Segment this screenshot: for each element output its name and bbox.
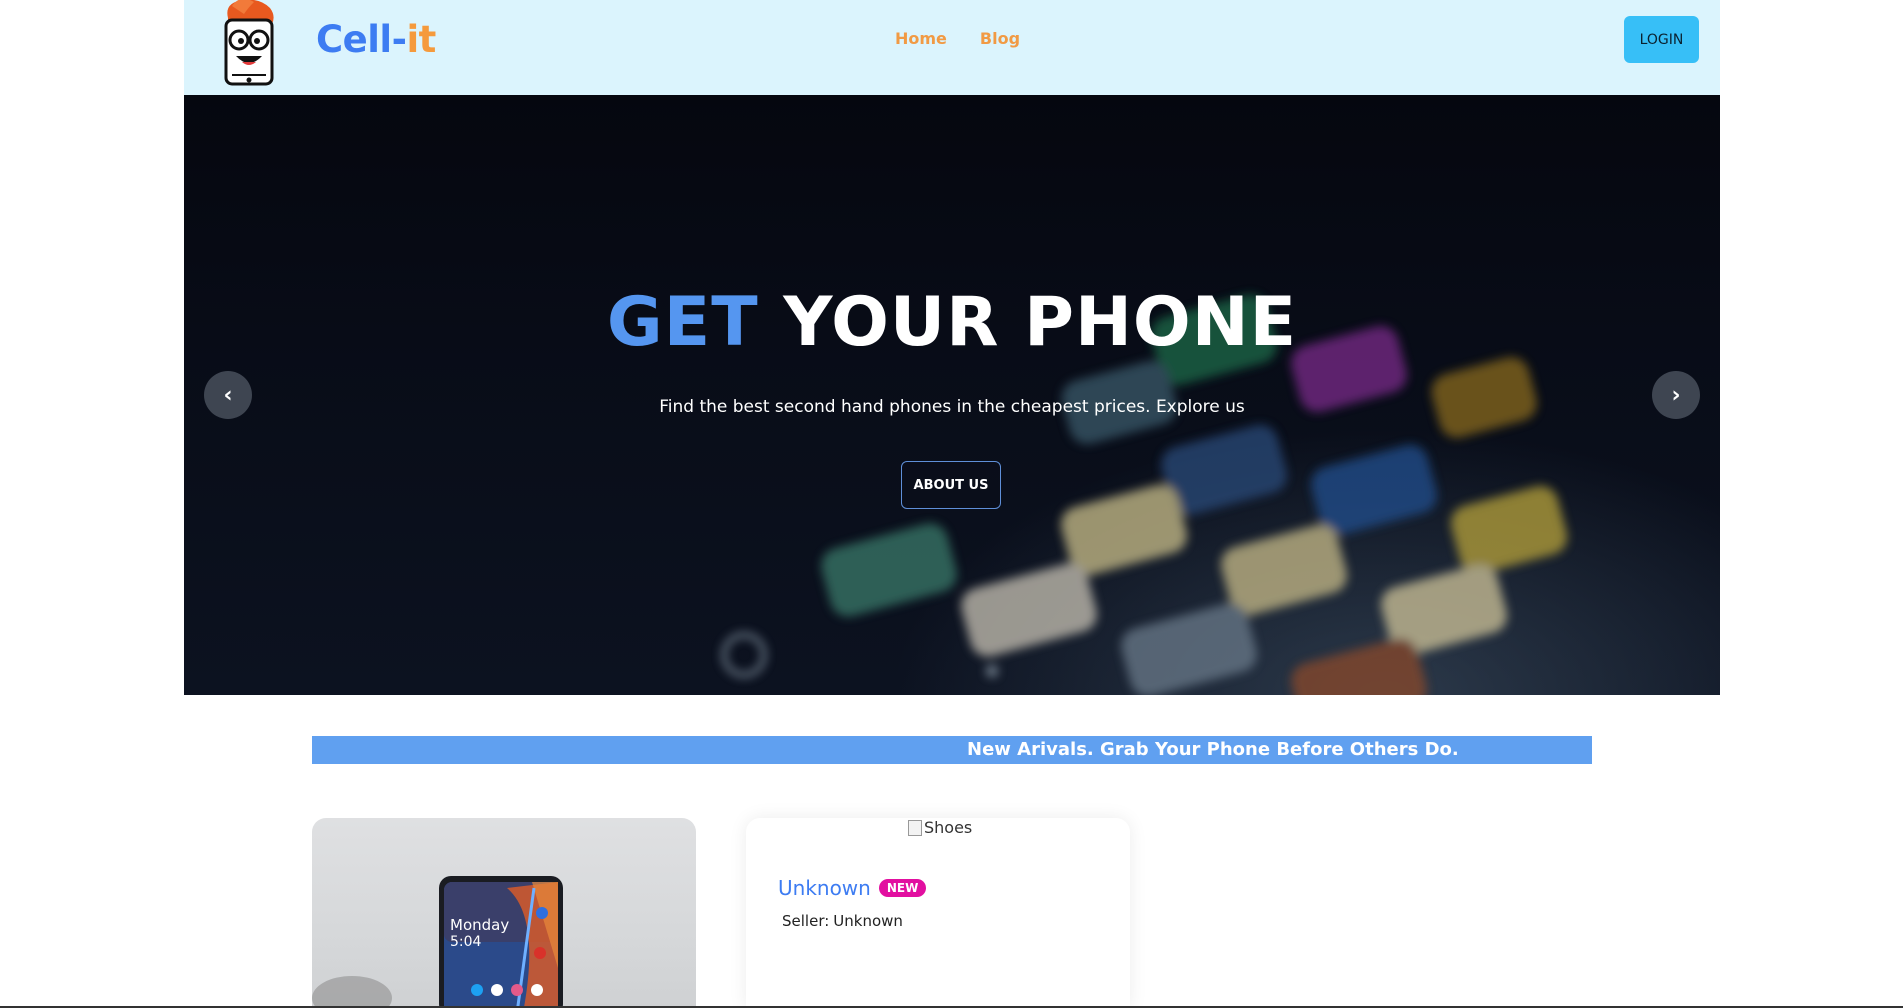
product-card[interactable]: Shoes Unknown NEW Seller: Unknown — [746, 818, 1130, 1008]
product-image-broken: Shoes — [908, 818, 972, 837]
phone-screen-day: Monday — [450, 916, 509, 934]
chevron-right-icon: › — [1671, 382, 1681, 408]
nav-home-link[interactable]: Home — [895, 29, 947, 48]
product-title[interactable]: Unknown NEW — [778, 876, 927, 900]
product-image-alt: Shoes — [924, 818, 973, 837]
hero-carousel: GET YOUR PHONE Find the best second hand… — [184, 95, 1720, 695]
logo-mascot-icon[interactable] — [214, 0, 284, 88]
brand-name-part2: it — [406, 18, 436, 61]
hero-subtitle: Find the best second hand phones in the … — [659, 397, 1245, 417]
hero-title-accent: GET — [606, 283, 759, 362]
phone-photo-image: Monday 5:04 — [312, 876, 563, 1008]
navbar: Cell-it Home Blog LOGIN — [184, 0, 1720, 95]
brand-name-part1: Cell- — [316, 18, 407, 61]
product-seller: Seller: Unknown — [778, 912, 903, 930]
nav-blog-link[interactable]: Blog — [980, 29, 1020, 48]
seller-name: Unknown — [833, 912, 903, 930]
carousel-next-button[interactable]: › — [1652, 371, 1700, 419]
broken-image-icon — [908, 819, 922, 836]
marquee-text: New Arivals. Grab Your Phone Before Othe… — [967, 739, 1459, 760]
page: Cell-it Home Blog LOGIN GET YOUR PHONE F… — [0, 0, 1903, 1008]
main-nav: Home Blog — [895, 29, 1020, 48]
carousel-prev-button[interactable]: ‹ — [204, 371, 252, 419]
hero-title: GET YOUR PHONE — [184, 283, 1720, 362]
product-title-text: Unknown — [778, 876, 871, 900]
login-button[interactable]: LOGIN — [1624, 16, 1699, 63]
brand-name[interactable]: Cell-it — [316, 18, 436, 61]
phone-screen-time: 5:04 — [450, 934, 482, 950]
product-card-image[interactable]: Monday 5:04 — [312, 818, 696, 1008]
new-arrivals-marquee: New Arivals. Grab Your Phone Before Othe… — [312, 736, 1592, 764]
seller-label: Seller: — [782, 912, 830, 930]
hero-background-image — [721, 294, 1568, 695]
about-us-button[interactable]: ABOUT US — [901, 461, 1001, 509]
chevron-left-icon: ‹ — [223, 382, 233, 408]
hero-title-rest: YOUR PHONE — [783, 283, 1298, 362]
new-badge: NEW — [878, 879, 927, 897]
